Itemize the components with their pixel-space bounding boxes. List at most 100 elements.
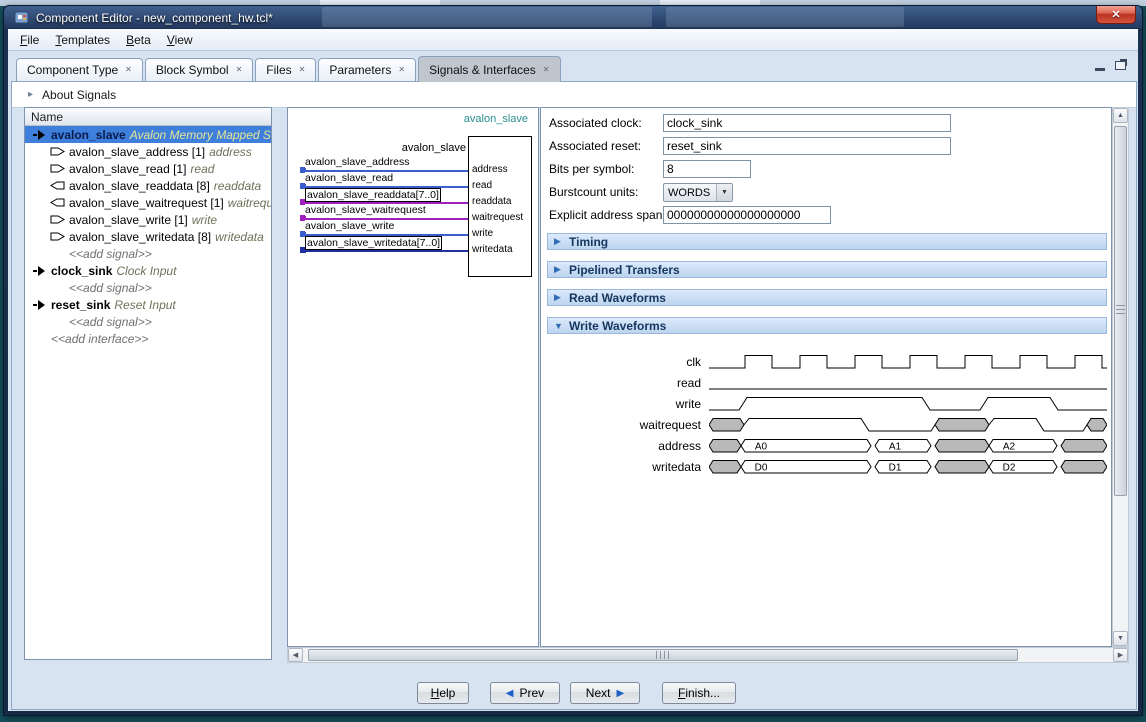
- horizontal-scrollbar[interactable]: ◀ ▶: [287, 647, 1129, 663]
- tab-close-icon[interactable]: ✕: [398, 66, 405, 74]
- finish-button[interactable]: Finish...: [662, 682, 736, 704]
- tab-component-type[interactable]: Component Type ✕: [16, 58, 143, 81]
- tree-item-add-signal[interactable]: <<add signal>>: [25, 313, 271, 330]
- scroll-down-icon[interactable]: ▼: [1113, 631, 1128, 646]
- associated-clock-input[interactable]: [663, 114, 951, 132]
- section-write-waveforms[interactable]: ▼Write Waveforms: [547, 317, 1107, 334]
- explicit-address-span-input[interactable]: [663, 206, 831, 224]
- waveform-trace: [709, 351, 1107, 372]
- section-read-waveforms[interactable]: ▶Read Waveforms: [547, 289, 1107, 306]
- tree-item-avalon-slave-read-1[interactable]: avalon_slave_read [1]read: [25, 160, 271, 177]
- tree-header-name-column[interactable]: Name: [25, 108, 271, 126]
- scroll-right-icon[interactable]: ▶: [1113, 648, 1128, 662]
- burstcount-units-select[interactable]: WORDS▼: [663, 183, 733, 202]
- waveform-row-address: addressA0A1A2: [541, 435, 1111, 456]
- tab-label: Component Type: [27, 63, 118, 77]
- tab-files[interactable]: Files✕: [255, 58, 316, 81]
- vertical-scrollbar[interactable]: ▲ ▼: [1112, 107, 1129, 647]
- waveform-trace: [709, 393, 1107, 414]
- chevron-down-icon: ▼: [716, 184, 732, 201]
- titlebar-glass: [666, 7, 904, 27]
- waveform-row-writedata: writedataD0D1D2: [541, 456, 1111, 477]
- tree-item-avalon-slave-readdata-8[interactable]: avalon_slave_readdata [8] readdata: [25, 177, 271, 194]
- tab-close-icon[interactable]: ✕: [125, 66, 132, 74]
- signal-label[interactable]: avalon_slave_address: [305, 156, 410, 168]
- field-label: Burstcount units:: [549, 185, 638, 199]
- title-bar[interactable]: Component Editor - new_component_hw.tcl*…: [4, 6, 1142, 29]
- waveform-row-clk: clk: [541, 351, 1111, 372]
- vertical-scrollbar-thumb[interactable]: [1114, 126, 1127, 496]
- tab-close-icon[interactable]: ✕: [299, 66, 306, 74]
- tree-item-avalon-slave-writedata-8[interactable]: avalon_slave_writedata [8]writedata: [25, 228, 271, 245]
- mnemonic-letter: V: [167, 33, 175, 47]
- section-title: Pipelined Transfers: [569, 263, 680, 277]
- menu-templates[interactable]: Templates: [47, 30, 118, 50]
- tab-close-icon[interactable]: ✕: [236, 66, 243, 74]
- signal-label[interactable]: avalon_slave_writedata[7..0]: [305, 236, 442, 250]
- bits-per-symbol-input[interactable]: [663, 160, 751, 178]
- about-signals-link[interactable]: About Signals: [42, 88, 116, 102]
- tree-item-name: <<add signal>>: [69, 281, 152, 295]
- tree-item-name: avalon_slave_readdata [8]: [69, 179, 210, 193]
- tab-label: Parameters: [329, 63, 391, 77]
- svg-text:D0: D0: [755, 463, 768, 474]
- svg-text:D2: D2: [1003, 463, 1016, 474]
- signal-input-icon: [49, 215, 65, 224]
- help-button[interactable]: Help: [417, 682, 469, 704]
- chevron-right-icon: ▸: [28, 89, 33, 100]
- signal-label[interactable]: avalon_slave_read: [305, 172, 393, 184]
- minimize-icon[interactable]: [1095, 68, 1105, 71]
- svg-text:A0: A0: [755, 442, 768, 453]
- menu-view[interactable]: View: [159, 30, 201, 50]
- tree-item-name: avalon_slave_writedata [8]: [69, 230, 211, 244]
- field-label: Bits per symbol:: [549, 162, 634, 176]
- signal-label[interactable]: avalon_slave_readdata[7..0]: [305, 188, 441, 202]
- undock-window-icon[interactable]: [1115, 61, 1126, 70]
- about-signals-row[interactable]: ▸ About Signals: [12, 82, 1136, 108]
- mnemonic-letter: F: [678, 686, 685, 700]
- tree-item-avalon-slave[interactable]: avalon_slaveAvalon Memory Mapped Slave: [25, 126, 271, 143]
- section-timing[interactable]: ▶Timing: [547, 233, 1107, 250]
- next-button[interactable]: Next▶: [570, 682, 640, 704]
- close-button[interactable]: ✕: [1096, 6, 1136, 24]
- tree-item-name: clock_sink: [51, 264, 112, 278]
- signal-label[interactable]: avalon_slave_write: [305, 220, 394, 232]
- waveform-row-waitrequest: waitrequest: [541, 414, 1111, 435]
- waveform-signal-label: read: [541, 376, 709, 390]
- section-pipelined-transfers[interactable]: ▶Pipelined Transfers: [547, 261, 1107, 278]
- port-name: address: [472, 164, 508, 175]
- tree-item-reset-sink[interactable]: reset_sinkReset Input: [25, 296, 271, 313]
- signal-input-icon: [49, 164, 65, 173]
- scroll-up-icon[interactable]: ▲: [1113, 108, 1128, 123]
- tree-item-add-signal[interactable]: <<add signal>>: [25, 245, 271, 262]
- menu-beta[interactable]: Beta: [118, 30, 159, 50]
- tree-item-add-signal[interactable]: <<add signal>>: [25, 279, 271, 296]
- tree-item-type: readdata: [214, 179, 261, 193]
- tab-parameters[interactable]: Parameters ✕: [318, 58, 416, 81]
- waveform-row-write: write: [541, 393, 1111, 414]
- scroll-left-icon[interactable]: ◀: [288, 648, 303, 662]
- app-icon: [14, 10, 29, 25]
- prev-button[interactable]: ◀Prev: [490, 682, 560, 704]
- port-name: writedata: [472, 244, 513, 255]
- tab-label: Block Symbol: [156, 63, 229, 77]
- tab-signals-interfaces[interactable]: Signals & Interfaces✕: [418, 56, 560, 82]
- tree-item-avalon-slave-waitrequest-1[interactable]: avalon_slave_waitrequest [1]waitrequest: [25, 194, 271, 211]
- tree-item-avalon-slave-address-1[interactable]: avalon_slave_address [1]address: [25, 143, 271, 160]
- tree-item-clock-sink[interactable]: clock_sinkClock Input: [25, 262, 271, 279]
- tab-bar: Component Type✕Block Symbol✕Files✕Parame…: [16, 55, 563, 81]
- thumb-grip: [1116, 305, 1125, 317]
- horizontal-scrollbar-thumb[interactable]: [308, 649, 1018, 661]
- associated-reset-input[interactable]: [663, 137, 951, 155]
- tree-item-avalon-slave-write-1[interactable]: avalon_slave_write [1]write: [25, 211, 271, 228]
- signal-label[interactable]: avalon_slave_waitrequest: [305, 204, 426, 216]
- tab-close-icon[interactable]: ✕: [543, 66, 550, 74]
- field-label: Associated clock:: [549, 116, 642, 130]
- menu-file[interactable]: File: [12, 30, 47, 50]
- svg-text:A2: A2: [1003, 442, 1016, 453]
- tab-block-symbol[interactable]: Block Symbol ✕: [145, 58, 253, 81]
- mnemonic-letter: H: [431, 686, 440, 700]
- component-editor-window: Component Editor - new_component_hw.tcl*…: [3, 5, 1143, 716]
- tree-item-add-interface[interactable]: <<add interface>>: [25, 330, 271, 347]
- waveform-signal-label: waitrequest: [541, 418, 709, 432]
